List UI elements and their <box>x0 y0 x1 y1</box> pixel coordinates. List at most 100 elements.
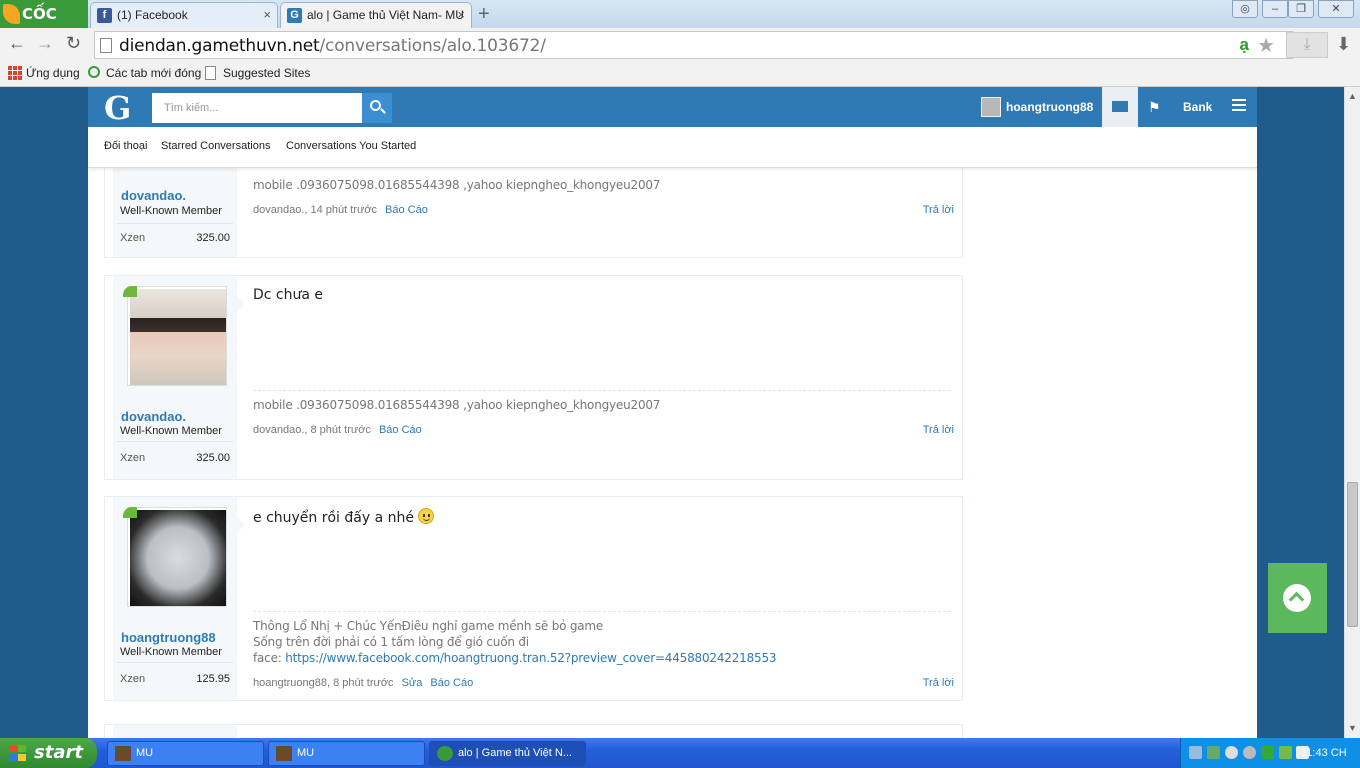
report-link[interactable]: Báo Cáo <box>430 677 473 689</box>
facebook-icon: f <box>97 8 112 23</box>
message-user-info: dovandao. Well-Known Member Xzen 325.00 <box>113 276 237 479</box>
tab-facebook[interactable]: f (1) Facebook × <box>90 2 278 28</box>
close-tab-icon[interactable]: × <box>263 3 271 27</box>
site-logo-icon[interactable]: G <box>104 89 131 127</box>
new-tab-icon[interactable]: + <box>478 2 490 26</box>
downloads-icon[interactable]: ⬇ <box>1336 34 1351 55</box>
task-label: MU <box>136 747 154 759</box>
search-input[interactable]: Tìm kiếm... <box>152 93 362 123</box>
envelope-icon <box>1112 101 1128 112</box>
meta-author[interactable]: hoangtruong88, 8 phút trước <box>253 677 394 689</box>
minimize-icon[interactable]: ‒ <box>1262 0 1288 18</box>
edit-link[interactable]: Sửa <box>402 677 423 689</box>
taskbar-item-mu[interactable]: MU <box>268 741 425 766</box>
subnav-you-started[interactable]: Conversations You Started <box>286 140 416 152</box>
subnav-starred[interactable]: Starred Conversations <box>161 140 270 152</box>
signature-divider <box>253 390 951 391</box>
bookmark-apps[interactable]: Ứng dụng <box>8 65 80 81</box>
user-title: Well-Known Member <box>120 425 222 437</box>
xzen-label: Xzen <box>120 452 146 464</box>
meta-author[interactable]: dovandao., 8 phút trước <box>253 424 371 436</box>
bookmark-suggested-sites[interactable]: Suggested Sites <box>205 65 310 81</box>
task-label: alo | Game thủ Việt N... <box>458 747 572 759</box>
coccoc-addon-icon[interactable]: ạ <box>1240 35 1249 55</box>
start-label: start <box>34 742 83 763</box>
close-tab-icon[interactable]: × <box>457 3 465 27</box>
url-text[interactable]: diendan.gamethuvn.net/conversations/alo.… <box>119 36 546 56</box>
divider <box>117 441 233 442</box>
profile-icon[interactable]: ◎ <box>1232 0 1258 18</box>
author-name[interactable]: hoangtruong88 <box>121 630 216 645</box>
reply-link[interactable]: Trả lời <box>923 204 954 216</box>
browser-toolbar: ← → ↻ diendan.gamethuvn.net/conversation… <box>0 28 1360 62</box>
xzen-label: Xzen <box>120 673 146 685</box>
back-icon[interactable]: ← <box>8 33 26 54</box>
bookmark-star-icon[interactable]: ★ <box>1257 33 1275 58</box>
online-indicator-icon <box>123 507 137 518</box>
scroll-up-icon[interactable]: ▲ <box>1348 91 1357 101</box>
signature-link-line: face: https://www.facebook.com/hoangtruo… <box>253 651 777 665</box>
tray-app-icon[interactable] <box>1207 746 1220 759</box>
bank-link[interactable]: Bank <box>1183 100 1212 114</box>
start-button[interactable]: start <box>0 738 97 768</box>
message-meta: dovandao., 14 phút trước Báo Cáo <box>253 204 428 216</box>
subnav-conversations[interactable]: Đối thoại <box>104 140 147 152</box>
address-bar[interactable]: diendan.gamethuvn.net/conversations/alo.… <box>94 31 1294 59</box>
network-icon[interactable] <box>1189 746 1202 759</box>
message-meta: dovandao., 8 phút trước Báo Cáo <box>253 424 422 436</box>
alerts-flag-icon[interactable]: ⚑ <box>1148 99 1161 116</box>
scroll-to-top-button[interactable] <box>1268 563 1327 633</box>
message-arrow <box>237 517 245 533</box>
reload-icon[interactable]: ↻ <box>66 33 81 54</box>
menu-icon[interactable] <box>1232 99 1246 114</box>
nvidia-icon[interactable] <box>1279 746 1292 759</box>
bookmark-recent-tabs[interactable]: Các tab mới đóng <box>88 65 201 81</box>
close-window-icon[interactable]: ✕ <box>1318 0 1354 18</box>
mu-game-icon <box>276 746 292 761</box>
tab-gamethuvn[interactable]: G alo | Game thủ Việt Nam- MU × <box>280 2 472 28</box>
bookmark-label: Ứng dụng <box>26 66 80 80</box>
avatar-image <box>130 289 226 385</box>
download-video-icon[interactable]: ⤓ <box>1286 32 1328 58</box>
message-text-content: e chuyển rồi đấy a nhé <box>253 510 414 526</box>
avatar[interactable] <box>127 507 227 607</box>
volume-icon[interactable] <box>1225 746 1238 759</box>
taskbar-item-browser[interactable]: alo | Game thủ Việt N... <box>429 741 586 766</box>
xzen-value: 325.00 <box>196 452 230 464</box>
username-link[interactable]: hoangtruong88 <box>1006 100 1093 114</box>
divider <box>117 223 233 224</box>
windows-taskbar: start MU MU alo | Game thủ Việt N... 11:… <box>0 738 1360 768</box>
author-name[interactable]: dovandao. <box>121 409 186 424</box>
inbox-button[interactable] <box>1102 87 1138 127</box>
facebook-link[interactable]: https://www.facebook.com/hoangtruong.tra… <box>285 651 776 665</box>
tab-label: (1) Facebook <box>117 8 188 22</box>
restore-icon[interactable]: ❐ <box>1288 0 1314 18</box>
author-name[interactable]: dovandao. <box>121 188 186 203</box>
online-indicator-icon <box>123 286 137 297</box>
bookmark-label: Suggested Sites <box>223 66 311 80</box>
report-link[interactable]: Báo Cáo <box>385 204 428 216</box>
avatar[interactable] <box>127 286 227 386</box>
reply-link[interactable]: Trả lời <box>923 424 954 436</box>
tray-app-icon[interactable] <box>1261 746 1274 759</box>
xzen-label: Xzen <box>120 232 146 244</box>
taskbar-item-mu[interactable]: MU <box>107 741 264 766</box>
history-icon <box>88 66 100 78</box>
taskbar-clock: 11:43 CH <box>1301 747 1347 759</box>
page-scrollbar[interactable]: ▲ ▼ <box>1344 87 1360 738</box>
scroll-down-icon[interactable]: ▼ <box>1348 723 1357 733</box>
report-link[interactable]: Báo Cáo <box>379 424 422 436</box>
search-button[interactable] <box>362 93 392 123</box>
forward-icon[interactable]: → <box>36 33 54 54</box>
avatar-image <box>130 510 226 606</box>
scrollbar-thumb[interactable] <box>1347 482 1358 627</box>
coccoc-logo[interactable]: CỐC CỐC <box>0 0 88 51</box>
signature-line: mobile .0936075098.01685544398 ,yahoo ki… <box>253 178 661 192</box>
page-icon <box>205 66 216 80</box>
message-text: Dc chưa e <box>253 287 324 303</box>
meta-author[interactable]: dovandao., 14 phút trước <box>253 204 377 216</box>
tray-app-icon[interactable] <box>1243 746 1256 759</box>
user-avatar[interactable] <box>981 97 1001 117</box>
page-icon <box>100 38 112 53</box>
reply-link[interactable]: Trả lời <box>923 677 954 689</box>
